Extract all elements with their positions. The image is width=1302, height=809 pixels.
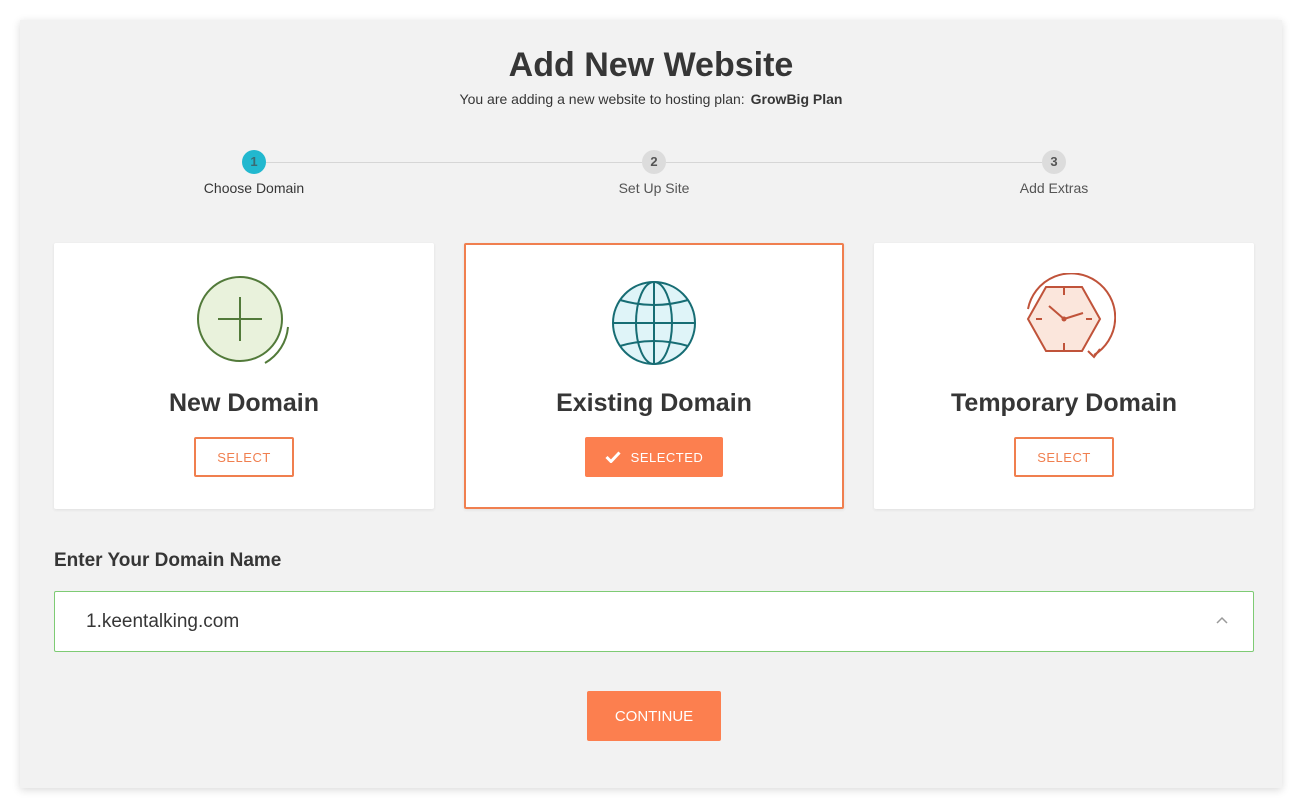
step-label: Choose Domain — [203, 180, 305, 196]
select-new-domain-button[interactable]: SELECT — [194, 437, 294, 477]
option-card-new-domain[interactable]: New Domain SELECT — [54, 243, 434, 509]
selected-label: SELECTED — [630, 449, 704, 465]
checkmark-icon — [605, 451, 621, 463]
selected-existing-domain-button[interactable]: SELECTED — [585, 437, 723, 477]
step-label: Add Extras — [1019, 180, 1089, 196]
step-add-extras: 3 Add Extras — [974, 150, 1134, 196]
option-card-existing-domain[interactable]: Existing Domain SELECTED — [464, 243, 844, 509]
plan-name: GrowBig Plan — [750, 91, 843, 107]
step-number: 3 — [1042, 150, 1066, 174]
chevron-up-icon[interactable] — [1215, 614, 1229, 628]
option-title: Existing Domain — [556, 389, 752, 417]
page-subtitle: You are adding a new website to hosting … — [20, 91, 1282, 107]
globe-icon — [612, 281, 696, 365]
step-number: 1 — [242, 150, 266, 174]
step-label: Set Up Site — [618, 180, 690, 196]
domain-name-label: Enter Your Domain Name — [54, 550, 282, 571]
add-website-panel: Add New Website You are adding a new web… — [20, 20, 1282, 788]
page-title: Add New Website — [508, 46, 794, 84]
step-set-up-site: 2 Set Up Site — [574, 150, 734, 196]
step-number: 2 — [642, 150, 666, 174]
option-title: Temporary Domain — [951, 389, 1177, 417]
continue-button[interactable]: CONTINUE — [587, 691, 721, 741]
step-choose-domain: 1 Choose Domain — [174, 150, 334, 196]
clock-icon — [1026, 273, 1116, 359]
subtitle-text: You are adding a new website to hosting … — [459, 91, 745, 107]
option-title: New Domain — [168, 389, 320, 417]
select-temporary-domain-button[interactable]: SELECT — [1014, 437, 1114, 477]
domain-name-select[interactable]: 1.keentalking.com — [54, 591, 1254, 652]
domain-name-value: 1.keentalking.com — [86, 611, 240, 632]
option-card-temporary-domain[interactable]: Temporary Domain SELECT — [874, 243, 1254, 509]
plus-circle-icon — [197, 276, 289, 364]
